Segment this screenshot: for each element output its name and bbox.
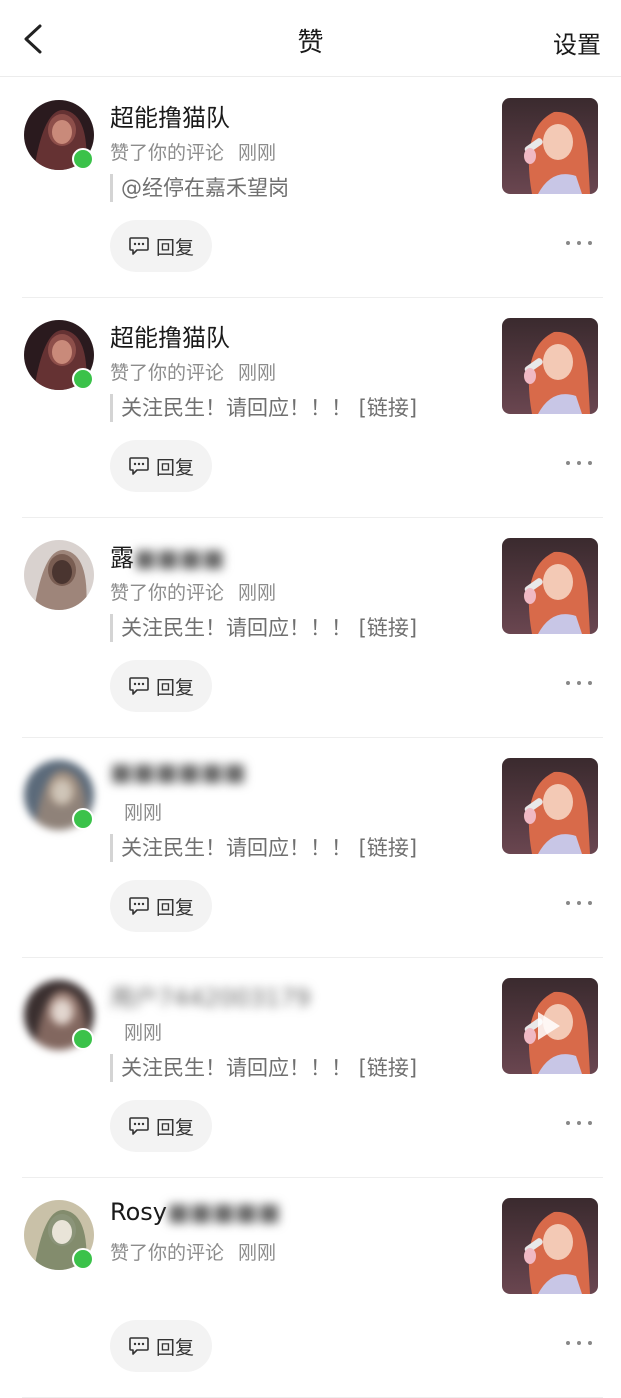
username[interactable]: 超能撸猫队	[110, 318, 230, 353]
notification-meta: 赞了你的评论 刚刚	[110, 578, 276, 605]
user-avatar[interactable]	[24, 540, 94, 610]
reply-label: 回复	[155, 236, 194, 259]
comment-bubble-icon	[129, 1117, 149, 1135]
reply-button[interactable]: 回复	[110, 660, 212, 712]
online-status-dot	[72, 148, 94, 170]
content-thumbnail[interactable]	[502, 978, 598, 1074]
page-title: 赞	[297, 28, 324, 58]
timestamp: 刚刚	[238, 582, 277, 604]
comment-bubble-icon	[129, 457, 149, 475]
settings-button[interactable]: 设置	[553, 25, 601, 60]
reply-label: 回复	[155, 896, 194, 919]
username[interactable]: 超能撸猫队	[110, 98, 230, 133]
content-thumbnail[interactable]	[502, 318, 598, 414]
username[interactable]: ■■■■■■	[110, 758, 246, 786]
username-redacted: ■■■■	[134, 544, 225, 572]
more-options-icon[interactable]	[566, 676, 592, 690]
content-thumbnail[interactable]	[502, 538, 598, 634]
like-notification-item[interactable]: 超能撸猫队 赞了你的评论 刚刚 @经停在嘉禾望岗 回复	[0, 78, 621, 298]
comment-bubble-icon	[129, 677, 149, 695]
like-notification-item[interactable]: 超能撸猫队 赞了你的评论 刚刚 关注民生！请回应！！！ [链接] 回复	[0, 298, 621, 518]
reply-button[interactable]: 回复	[110, 1320, 212, 1372]
more-options-icon[interactable]	[566, 1336, 592, 1350]
username-redacted: 用户7442003179	[110, 984, 311, 1012]
action-text: 赞了你的评论	[110, 582, 225, 604]
action-text: 赞了你的评论	[110, 1242, 225, 1264]
notification-meta: 赞了你的评论 刚刚	[110, 1238, 276, 1265]
notification-meta: 赞了你的评论 刚刚	[110, 358, 276, 385]
action-text: 赞了你的评论	[110, 142, 225, 164]
reply-button[interactable]: 回复	[110, 440, 212, 492]
reply-button[interactable]: 回复	[110, 1100, 212, 1152]
online-status-dot	[72, 1028, 94, 1050]
username-visible: 露	[110, 544, 134, 572]
username-visible: 超能撸猫队	[110, 104, 230, 132]
like-notification-item[interactable]: ■■■■■■ 刚刚 关注民生！请回应！！！ [链接] 回复	[0, 738, 621, 958]
liked-comment-quote: 关注民生！请回应！！！ [链接]	[110, 1054, 417, 1082]
reply-button[interactable]: 回复	[110, 880, 212, 932]
content-thumbnail[interactable]	[502, 98, 598, 194]
username-visible: 超能撸猫队	[110, 324, 230, 352]
comment-bubble-icon	[129, 1337, 149, 1355]
liked-comment-quote: 关注民生！请回应！！！ [链接]	[110, 614, 417, 642]
comment-bubble-icon	[129, 897, 149, 915]
online-status-dot	[72, 368, 94, 390]
top-bar: 赞 设置	[0, 0, 621, 77]
username[interactable]: Rosy■■■■■	[110, 1198, 280, 1226]
timestamp: 刚刚	[238, 362, 277, 384]
online-status-dot	[72, 1248, 94, 1270]
timestamp: 刚刚	[124, 802, 163, 824]
reply-label: 回复	[155, 1116, 194, 1139]
action-text: 赞了你的评论	[110, 362, 225, 384]
liked-comment-quote: 关注民生！请回应！！！ [链接]	[110, 834, 417, 862]
username[interactable]: 露■■■■	[110, 538, 225, 573]
username-redacted: ■■■■■■	[110, 758, 247, 786]
timestamp: 刚刚	[238, 142, 277, 164]
more-options-icon[interactable]	[566, 236, 592, 250]
username-visible: Rosy	[110, 1198, 167, 1226]
notification-meta: 刚刚	[110, 798, 162, 825]
timestamp: 刚刚	[124, 1022, 163, 1044]
play-icon	[538, 1012, 560, 1040]
notification-meta: 赞了你的评论 刚刚	[110, 138, 276, 165]
username-redacted: ■■■■■	[167, 1198, 281, 1226]
reply-button[interactable]: 回复	[110, 220, 212, 272]
like-notification-item[interactable]: 露■■■■ 赞了你的评论 刚刚 关注民生！请回应！！！ [链接] 回复	[0, 518, 621, 738]
like-notification-item[interactable]: 用户7442003179 刚刚 关注民生！请回应！！！ [链接] 回复	[0, 958, 621, 1178]
content-thumbnail[interactable]	[502, 758, 598, 854]
comment-bubble-icon	[129, 237, 149, 255]
liked-comment-quote: @经停在嘉禾望岗	[110, 174, 289, 202]
more-options-icon[interactable]	[566, 456, 592, 470]
timestamp: 刚刚	[238, 1242, 277, 1264]
username[interactable]: 用户7442003179	[110, 978, 311, 1013]
notification-meta: 刚刚	[110, 1018, 162, 1045]
more-options-icon[interactable]	[566, 896, 592, 910]
more-options-icon[interactable]	[566, 1116, 592, 1130]
like-notification-item[interactable]: Rosy■■■■■ 赞了你的评论 刚刚 回复	[0, 1178, 621, 1398]
liked-comment-quote: 关注民生！请回应！！！ [链接]	[110, 394, 417, 422]
online-status-dot	[72, 808, 94, 830]
reply-label: 回复	[155, 1336, 194, 1359]
reply-label: 回复	[155, 456, 194, 479]
reply-label: 回复	[155, 676, 194, 699]
